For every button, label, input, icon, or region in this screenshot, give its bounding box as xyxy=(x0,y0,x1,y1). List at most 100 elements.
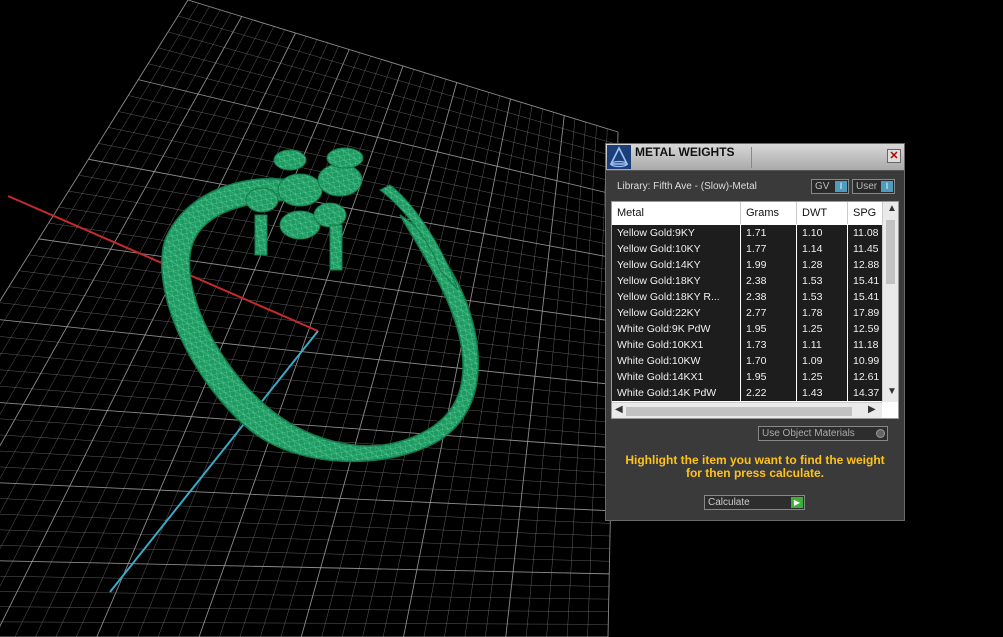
grid-line xyxy=(525,118,576,637)
grid-line xyxy=(0,26,275,550)
metal-cell: White Gold:10KX1 xyxy=(612,337,741,353)
grid-line xyxy=(0,591,609,600)
ground-grid xyxy=(0,0,619,637)
horizontal-scrollbar[interactable]: ◀ ▶ xyxy=(612,402,882,418)
spg-cell: 11.45 xyxy=(853,243,879,255)
gv-toggle-button[interactable]: GV I xyxy=(811,179,849,194)
metal-cell: White Gold:10KW xyxy=(612,353,741,369)
grid-line xyxy=(0,621,609,625)
gv-label: GV xyxy=(815,181,830,192)
dwt-cell: 1.43 xyxy=(797,385,848,401)
grams-cell: 1.95 xyxy=(741,321,797,337)
dwt-cell: 1.53 xyxy=(797,273,848,289)
table-row[interactable]: Yellow Gold:14KY 1.99 1.28 12.88 xyxy=(612,257,882,273)
table-row[interactable]: White Gold:10KW 1.70 1.09 10.99 xyxy=(612,353,882,369)
grid-line xyxy=(0,606,609,612)
metal-cell: White Gold:9K PdW xyxy=(612,321,741,337)
scroll-left-icon[interactable]: ◀ xyxy=(615,404,623,415)
panel-titlebar[interactable]: METAL WEIGHTS ✕ xyxy=(606,144,904,171)
calculate-button[interactable]: Calculate ▶ xyxy=(704,495,805,510)
table-row[interactable]: White Gold:14KX1 1.95 1.25 12.61 xyxy=(612,369,882,385)
dwt-cell: 1.78 xyxy=(797,305,848,321)
grams-cell: 1.77 xyxy=(741,241,797,257)
dwt-cell: 1.25 xyxy=(797,369,848,385)
metal-cell: Yellow Gold:14KY xyxy=(612,257,741,273)
grid-line xyxy=(566,125,597,637)
grid-line xyxy=(0,19,253,479)
spg-cell: 14.37 xyxy=(853,387,880,399)
spg-cell: 15.41 xyxy=(853,275,880,287)
column-header-dwt[interactable]: DWT xyxy=(797,202,848,224)
table-row[interactable]: White Gold:14K PdW 2.22 1.43 14.37 xyxy=(612,385,882,401)
use-object-materials-label: Use Object Materials xyxy=(762,428,855,439)
metal-cell: Yellow Gold:22KY xyxy=(612,305,741,321)
metal-cell: White Gold:14KX1 xyxy=(612,369,741,385)
scroll-up-icon[interactable]: ▲ xyxy=(887,203,897,214)
grams-cell: 1.99 xyxy=(741,257,797,273)
metal-cell: Yellow Gold:9KY xyxy=(612,225,741,241)
grid-line xyxy=(0,575,610,587)
grams-cell: 2.38 xyxy=(741,273,797,289)
vertical-scrollbar[interactable]: ▲ ▼ xyxy=(882,202,898,402)
table-row[interactable]: Yellow Gold:10KY 1.77 1.14 11.45 xyxy=(612,241,882,257)
metal-table: Metal Grams DWT SPG Yellow Gold:9KY 1.71 1… xyxy=(611,201,899,419)
user-toggle-button[interactable]: User I xyxy=(852,179,895,194)
grams-cell: 2.22 xyxy=(741,385,797,401)
toggle-icon: I xyxy=(881,181,893,192)
column-header-spg[interactable]: SPG xyxy=(848,202,882,224)
spg-cell: 12.59 xyxy=(853,323,880,335)
grid-line xyxy=(546,122,586,637)
grams-cell: 1.71 xyxy=(741,225,797,241)
metal-weights-panel: METAL WEIGHTS ✕ Library: Fifth Ave - (Sl… xyxy=(605,143,905,521)
radio-icon xyxy=(876,429,885,438)
toggle-icon: I xyxy=(835,181,847,192)
scroll-right-icon[interactable]: ▶ xyxy=(868,404,876,415)
vertical-scroll-thumb[interactable] xyxy=(886,220,895,284)
dwt-cell: 1.25 xyxy=(797,321,848,337)
grid-line xyxy=(0,29,285,587)
user-label: User xyxy=(856,181,878,192)
table-header: Metal Grams DWT SPG xyxy=(612,202,882,224)
spg-cell: 11.08 xyxy=(853,227,879,239)
dwt-cell: 1.11 xyxy=(797,337,848,353)
library-label: Library: Fifth Ave - (Slow)-Metal xyxy=(617,181,757,192)
table-row[interactable]: Yellow Gold:22KY 2.77 1.78 17.89 xyxy=(612,305,882,321)
spg-cell: 11.18 xyxy=(853,339,879,351)
column-header-metal[interactable]: Metal xyxy=(612,202,741,224)
ring-model[interactable] xyxy=(161,147,479,463)
close-icon[interactable]: ✕ xyxy=(887,149,901,163)
table-row[interactable]: Yellow Gold:9KY 1.71 1.10 11.08 xyxy=(612,225,882,241)
metal-cell: Yellow Gold:10KY xyxy=(612,241,741,257)
horizontal-scroll-thumb[interactable] xyxy=(626,407,852,416)
grid-line xyxy=(0,336,613,398)
spg-cell: 12.61 xyxy=(853,371,880,383)
table-row[interactable]: White Gold:10KX1 1.73 1.11 11.18 xyxy=(612,337,882,353)
grid-line xyxy=(505,115,565,637)
instruction-text: Highlight the item you want to find the … xyxy=(625,453,885,480)
play-icon: ▶ xyxy=(791,497,803,508)
metal-cell: Yellow Gold:18KY xyxy=(612,273,741,289)
table-row[interactable]: Yellow Gold:18KY 2.38 1.53 15.41 xyxy=(612,273,882,289)
grid-line xyxy=(0,22,264,514)
dwt-cell: 1.53 xyxy=(797,289,848,305)
grams-cell: 2.38 xyxy=(741,289,797,305)
metal-cell: Yellow Gold:18KY R... xyxy=(612,289,741,305)
grams-cell: 2.77 xyxy=(741,305,797,321)
grid-line xyxy=(0,545,610,562)
metal-cell: White Gold:14K PdW xyxy=(612,385,741,401)
grid-line xyxy=(0,319,614,385)
dwt-cell: 1.09 xyxy=(797,353,848,369)
grams-cell: 1.73 xyxy=(741,337,797,353)
dwt-cell: 1.14 xyxy=(797,241,848,257)
use-object-materials-button[interactable]: Use Object Materials xyxy=(758,426,888,441)
column-header-grams[interactable]: Grams xyxy=(741,202,797,224)
grid-line xyxy=(0,0,189,302)
scroll-down-icon[interactable]: ▼ xyxy=(887,386,897,397)
spg-cell: 12.88 xyxy=(853,259,880,271)
table-row[interactable]: Yellow Gold:18KY R... 2.38 1.53 15.41 xyxy=(612,289,882,305)
grid-line xyxy=(0,352,613,410)
dwt-cell: 1.10 xyxy=(797,225,848,241)
grams-cell: 1.70 xyxy=(741,353,797,369)
app-logo-icon xyxy=(607,145,631,169)
table-row[interactable]: White Gold:9K PdW 1.95 1.25 12.59 xyxy=(612,321,882,337)
